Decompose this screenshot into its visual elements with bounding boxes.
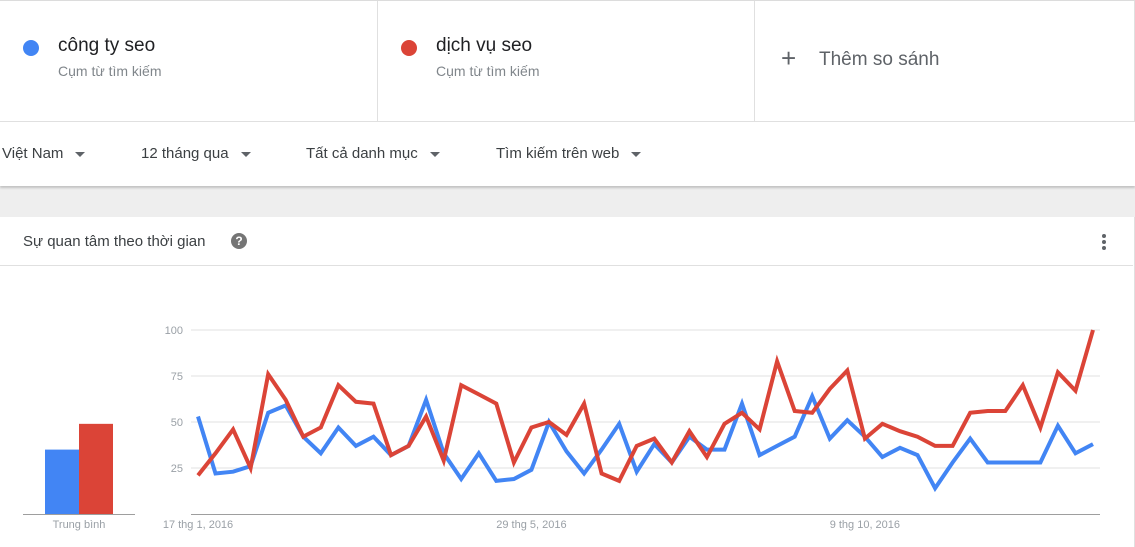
search-type-dropdown[interactable]: Tìm kiếm trên web — [496, 145, 642, 162]
avg-bar-cong-ty-seo — [45, 449, 79, 514]
category-dropdown[interactable]: Tất cả danh mục — [306, 145, 440, 162]
series-color-dot — [401, 40, 417, 56]
term-subtitle: Cụm từ tìm kiếm — [436, 63, 540, 79]
term-name[interactable]: dịch vụ seo — [436, 35, 532, 57]
category-dropdown-label: Tất cả danh mục — [306, 145, 418, 162]
term-card-dich-vu-seo[interactable]: dịch vụ seo Cụm từ tìm kiếm — [378, 1, 755, 122]
add-comparison-button[interactable]: + Thêm so sánh — [755, 1, 1135, 122]
y-tick-label: 50 — [171, 417, 183, 429]
filter-bar: Việt Nam 12 tháng qua Tất cả danh mục Tì… — [0, 121, 1135, 186]
search-type-dropdown-label: Tìm kiếm trên web — [496, 145, 620, 162]
caret-down-icon — [240, 151, 251, 157]
interest-over-time-card: Sự quan tâm theo thời gian ? 25 50 75 100 17… — [0, 217, 1135, 547]
time-range-dropdown[interactable]: 12 tháng qua — [141, 145, 251, 162]
caret-down-icon — [429, 151, 440, 157]
avg-bar-label: Trung bình — [53, 519, 106, 531]
region-dropdown[interactable]: Việt Nam — [2, 145, 86, 162]
caret-down-icon — [75, 151, 86, 157]
trends-page: công ty seo Cụm từ tìm kiếm dịch vụ seo … — [0, 0, 1135, 547]
y-tick-label: 100 — [165, 325, 183, 337]
compare-terms-row: công ty seo Cụm từ tìm kiếm dịch vụ seo … — [0, 0, 1135, 122]
plus-icon: + — [781, 43, 797, 73]
x-tick-label: 9 thg 10, 2016 — [830, 519, 900, 531]
term-name[interactable]: công ty seo — [58, 35, 155, 57]
series-color-dot — [23, 40, 39, 56]
y-tick-label: 25 — [171, 463, 183, 475]
caret-down-icon — [631, 151, 642, 157]
section-divider — [0, 186, 1135, 217]
add-comparison-label: Thêm so sánh — [819, 49, 940, 70]
y-tick-label: 75 — [171, 371, 183, 383]
term-subtitle: Cụm từ tìm kiếm — [58, 63, 162, 79]
time-range-dropdown-label: 12 tháng qua — [141, 145, 229, 162]
avg-bar-dich-vu-seo — [79, 423, 113, 514]
x-tick-label: 29 thg 5, 2016 — [496, 519, 566, 531]
region-dropdown-label: Việt Nam — [2, 145, 64, 162]
x-tick-label: 17 thg 1, 2016 — [163, 519, 233, 531]
term-card-cong-ty-seo[interactable]: công ty seo Cụm từ tìm kiếm — [0, 1, 378, 122]
interest-chart: 25 50 75 100 17 thg 1, 2016 29 thg 5, 2016 9 t… — [23, 325, 1100, 531]
